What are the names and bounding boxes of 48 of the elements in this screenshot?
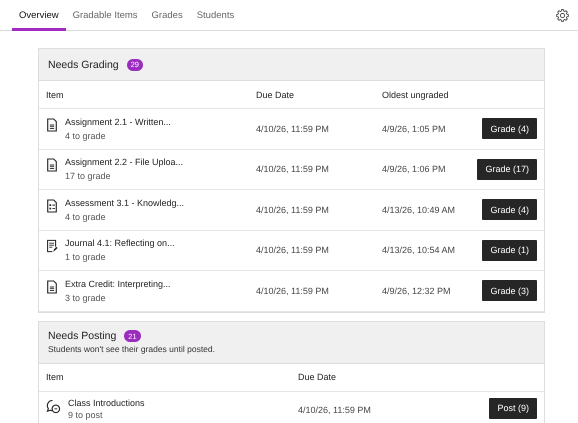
document-icon [46, 280, 58, 294]
tab[interactable]: Overview [12, 0, 66, 31]
oldest-ungraded: 4/9/26, 12:32 PM [382, 286, 452, 296]
test-document-icon [46, 198, 58, 213]
due-date: 4/10/26, 11:59 PM [256, 124, 330, 134]
item-count: 17 to grade [65, 171, 112, 182]
journal-icon [46, 239, 58, 254]
post-button[interactable]: Post (9) [489, 398, 537, 418]
due-date: 4/10/26, 11:59 PM [256, 204, 330, 215]
item-count: 1 to grade [65, 252, 107, 262]
section-title: Needs Posting [48, 330, 116, 342]
oldest-ungraded: 4/13/26, 10:54 AM [382, 245, 456, 256]
item-title[interactable]: Assessment 3.1 - Knowledg... [65, 198, 184, 208]
column-header: Due Date [256, 90, 296, 100]
document-icon [46, 158, 58, 172]
tab[interactable]: Grades [144, 0, 190, 31]
item-title[interactable]: Assignment 2.2 - File Uploa... [65, 157, 184, 168]
item-title[interactable]: Assignment 2.1 - Written... [65, 116, 171, 127]
due-date: 4/10/26, 11:59 PM [256, 286, 330, 296]
oldest-ungraded: 4/13/26, 10:49 AM [382, 204, 456, 215]
item-count: 3 to grade [65, 292, 107, 303]
item-title[interactable]: Class Introductions [68, 398, 145, 408]
item-count: 9 to post [68, 410, 104, 420]
item-count: 4 to grade [65, 212, 107, 222]
grade-button[interactable]: Grade (3) [482, 280, 537, 302]
column-header: Item [46, 372, 65, 382]
column-header: Oldest ungraded [382, 90, 450, 100]
column-header: Item [46, 90, 65, 100]
section-note: Students won't see their grades until posted. [48, 344, 216, 354]
oldest-ungraded: 4/9/26, 1:05 PM [382, 124, 447, 134]
discussion-icon [46, 398, 61, 414]
tab[interactable]: Students [190, 0, 242, 31]
item-count: 4 to grade [65, 130, 107, 141]
due-date: 4/10/26, 11:59 PM [256, 245, 330, 256]
oldest-ungraded: 4/9/26, 1:06 PM [382, 164, 447, 174]
grade-button[interactable]: Grade (17) [477, 158, 537, 180]
item-title[interactable]: Extra Credit: Interpreting... [65, 278, 171, 289]
item-title[interactable]: Journal 4.1: Reflecting on... [65, 238, 175, 248]
column-header: Due Date [298, 372, 338, 382]
due-date: 4/10/26, 11:59 PM [256, 164, 330, 174]
section-title: Needs Grading [48, 58, 119, 70]
grade-button[interactable]: Grade (1) [482, 240, 537, 261]
grade-button[interactable]: Grade (4) [482, 118, 537, 140]
grade-button[interactable]: Grade (4) [482, 199, 537, 220]
due-date: 4/10/26, 11:59 PM [298, 404, 372, 414]
document-icon [46, 118, 58, 132]
tab[interactable]: Gradable Items [66, 0, 145, 31]
settings-icon[interactable] [555, 8, 570, 22]
